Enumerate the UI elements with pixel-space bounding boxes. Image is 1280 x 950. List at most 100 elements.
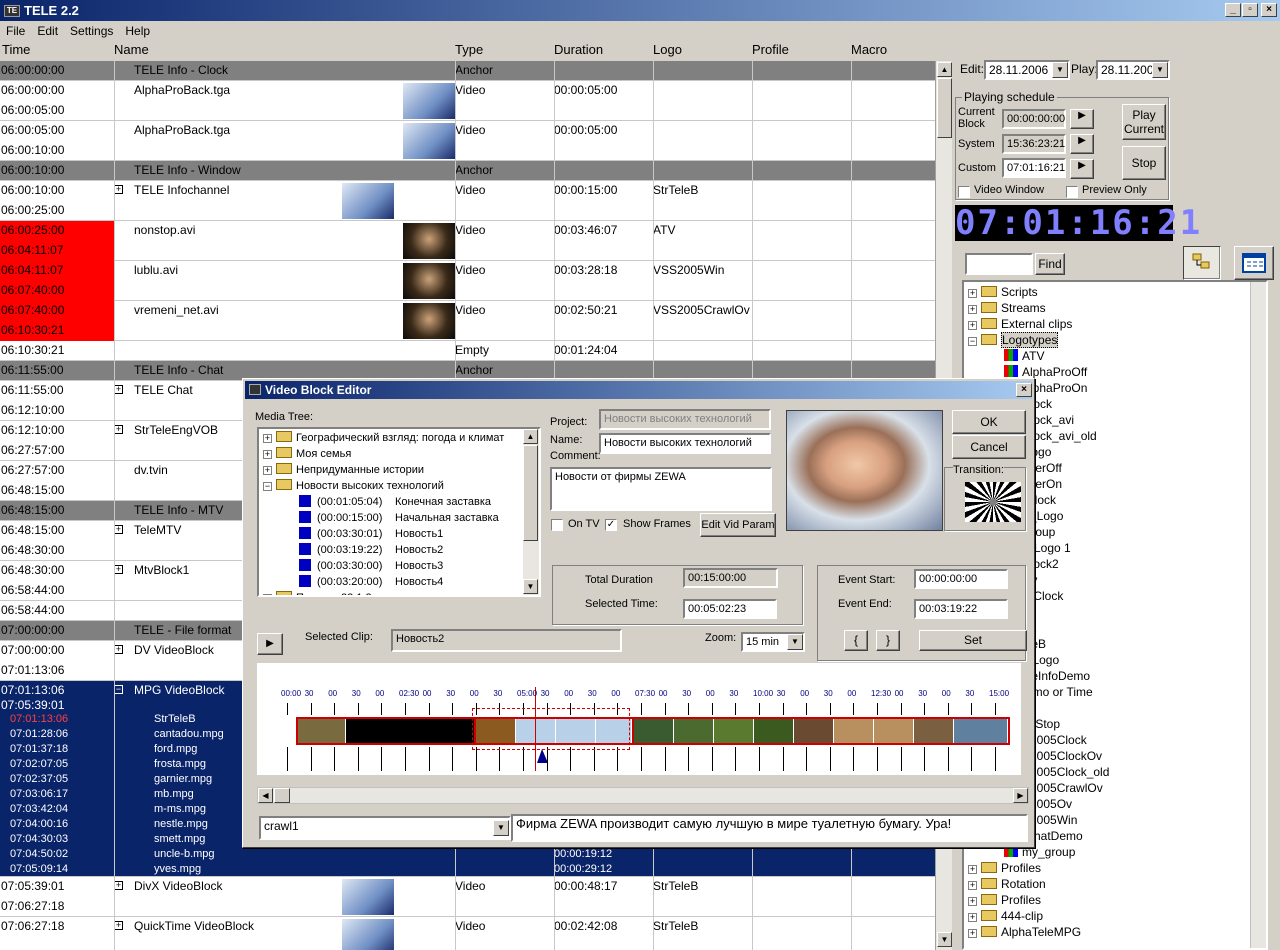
media-scroll-thumb[interactable] — [523, 445, 538, 541]
col-profile[interactable]: Profile — [752, 42, 789, 57]
minimize-button[interactable]: _ — [1225, 3, 1241, 17]
scroll-thumb[interactable] — [937, 78, 952, 138]
mark-in-button[interactable]: { — [844, 630, 868, 651]
tree-logo-item[interactable]: ATV — [1004, 348, 1044, 364]
media-tree-item[interactable]: − Новости высоких технологий — [263, 478, 444, 494]
menu-edit[interactable]: Edit — [31, 24, 64, 38]
clip-timeline[interactable]: 00:00 30 00 30 00 02:30 00 30 00 30 05:00 30 00 30 00 0… — [257, 663, 1021, 775]
tree-folder[interactable]: + Streams — [968, 300, 1046, 316]
col-duration[interactable]: Duration — [554, 42, 603, 57]
media-tree-item[interactable]: + Моя семья — [263, 446, 351, 462]
expand-icon[interactable]: + — [114, 425, 123, 434]
col-name[interactable]: Name — [114, 42, 149, 57]
selected-time-input[interactable]: 00:05:02:23 — [683, 599, 777, 619]
scroll-down-icon[interactable]: ▼ — [937, 932, 952, 947]
chevron-down-icon[interactable]: ▼ — [1052, 62, 1068, 78]
preview-only-checkbox[interactable] — [1066, 186, 1078, 198]
clip-frame[interactable] — [714, 719, 754, 743]
expand-icon[interactable]: + — [114, 185, 123, 194]
schedule-row[interactable]: 06:00:00:00 06:00:05:00 AlphaProBack.tga Vi… — [0, 81, 935, 121]
clip-frame[interactable] — [298, 719, 346, 743]
clip-frame[interactable] — [874, 719, 914, 743]
tree-folder[interactable]: + Rotation — [968, 876, 1046, 892]
media-tree-item[interactable]: + Географический взгляд: погода и климат — [263, 430, 504, 446]
scroll-up-icon[interactable]: ▲ — [523, 429, 538, 444]
col-macro[interactable]: Macro — [851, 42, 887, 57]
scroll-left-icon[interactable]: ◀ — [258, 788, 273, 803]
custom-time-input[interactable]: 07:01:16:21 — [1002, 158, 1066, 178]
play-system-icon[interactable]: ▶ — [1070, 134, 1094, 154]
grid-view-icon[interactable] — [1234, 246, 1274, 280]
clip-frame[interactable] — [794, 719, 834, 743]
expand-icon[interactable]: + — [968, 929, 977, 938]
tree-folder[interactable]: − Logotypes — [968, 332, 1059, 348]
clip-frame[interactable] — [954, 719, 1008, 743]
media-tree-item[interactable]: (00:03:19:22) Новость2 — [299, 542, 443, 558]
scroll-down-icon[interactable]: ▼ — [523, 579, 538, 594]
stop-button[interactable]: Stop — [1122, 146, 1166, 180]
col-time[interactable]: Time — [2, 42, 30, 57]
timeline-scrollbar[interactable]: ◀ ▶ — [257, 787, 1029, 804]
expand-icon[interactable]: + — [263, 434, 272, 443]
crawl-text-input[interactable]: Фирма ZEWA производит самую лучшую в мир… — [511, 814, 1028, 842]
media-tree[interactable]: ▲ ▼ + Географический взгляд: погода и кли… — [257, 427, 541, 597]
video-window-checkbox[interactable] — [958, 186, 970, 198]
tree-folder[interactable]: + Scripts — [968, 284, 1038, 300]
schedule-row[interactable]: 06:07:40:00 06:10:30:21 vremeni_net.avi Vid… — [0, 301, 935, 341]
media-tree-item[interactable]: + Непридуманные истории — [263, 462, 424, 478]
menu-file[interactable]: File — [0, 24, 31, 38]
tree-folder[interactable]: + Profiles — [968, 892, 1041, 908]
dialog-close-icon[interactable]: × — [1016, 383, 1032, 397]
mark-out-button[interactable]: } — [876, 630, 900, 651]
expand-icon[interactable]: + — [968, 305, 977, 314]
tree-view-icon[interactable] — [1183, 246, 1221, 280]
expand-icon[interactable]: + — [114, 881, 123, 890]
tree-folder[interactable]: +444-clip — [968, 908, 1043, 924]
expand-icon[interactable]: + — [263, 466, 272, 475]
expand-icon[interactable]: + — [114, 645, 123, 654]
col-type[interactable]: Type — [455, 42, 483, 57]
expand-icon[interactable]: + — [114, 921, 123, 930]
expand-icon[interactable]: + — [263, 594, 272, 595]
edit-date-combo[interactable]: 28.11.2006 ▼ — [984, 60, 1070, 80]
col-logo[interactable]: Logo — [653, 42, 682, 57]
collapse-icon[interactable]: − — [114, 685, 123, 694]
expand-icon[interactable]: + — [114, 525, 123, 534]
on-tv-checkbox[interactable] — [551, 519, 563, 531]
schedule-row[interactable]: 07:05:39:01 07:06:27:18 + DivX VideoBlock Vi… — [0, 877, 935, 917]
ok-button[interactable]: OK — [952, 410, 1026, 434]
play-custom-icon[interactable]: ▶ — [1070, 159, 1094, 179]
chevron-down-icon[interactable]: ▼ — [493, 820, 509, 836]
event-end-input[interactable]: 00:03:19:22 — [914, 599, 1008, 619]
schedule-row[interactable]: 06:00:05:00 06:00:10:00 AlphaProBack.tga Vi… — [0, 121, 935, 161]
menu-settings[interactable]: Settings — [64, 24, 119, 38]
clip-frame[interactable] — [834, 719, 874, 743]
expand-icon[interactable]: + — [114, 385, 123, 394]
zoom-select[interactable]: 15 min ▼ — [741, 632, 805, 652]
expand-icon[interactable]: + — [263, 450, 272, 459]
clip-frame[interactable] — [674, 719, 714, 743]
set-button[interactable]: Set — [919, 630, 1027, 651]
show-frames-checkbox[interactable]: ✓ — [605, 519, 617, 531]
expand-icon[interactable]: + — [968, 881, 977, 890]
timeline-scroll-thumb[interactable] — [274, 788, 290, 803]
clip-frame[interactable] — [754, 719, 794, 743]
media-tree-item[interactable]: (00:03:30:00) Новость3 — [299, 558, 443, 574]
clip-frame[interactable] — [914, 719, 954, 743]
tree-folder[interactable]: + AlphaTeleMPG — [968, 924, 1081, 940]
play-current-button[interactable]: Play Current — [1122, 104, 1166, 140]
edit-vid-param-button[interactable]: Edit Vid Param — [700, 513, 776, 537]
schedule-row[interactable]: 06:00:10:00 TELE Info - Window Anchor — [0, 161, 935, 181]
schedule-row[interactable]: 06:00:10:00 06:00:25:00 + TELE Infochannel V… — [0, 181, 935, 221]
scroll-right-icon[interactable]: ▶ — [1013, 788, 1028, 803]
chevron-down-icon[interactable]: ▼ — [787, 634, 803, 650]
media-tree-scrollbar[interactable]: ▲ ▼ — [523, 429, 539, 595]
media-tree-item[interactable]: (00:01:05:04) Конечная заставка — [299, 494, 491, 510]
menu-help[interactable]: Help — [119, 24, 156, 38]
schedule-row[interactable]: 06:00:25:00 06:04:11:07 nonstop.avi Video 00… — [0, 221, 935, 261]
play-current-block-icon[interactable]: ▶ — [1070, 109, 1094, 129]
clip-frame[interactable] — [634, 719, 674, 743]
crawl-select[interactable]: crawl1 ▼ — [259, 816, 511, 840]
name-input[interactable]: Новости высоких технологий — [599, 433, 771, 454]
media-tree-item[interactable]: (00:03:20:00) Новость4 — [299, 574, 443, 590]
